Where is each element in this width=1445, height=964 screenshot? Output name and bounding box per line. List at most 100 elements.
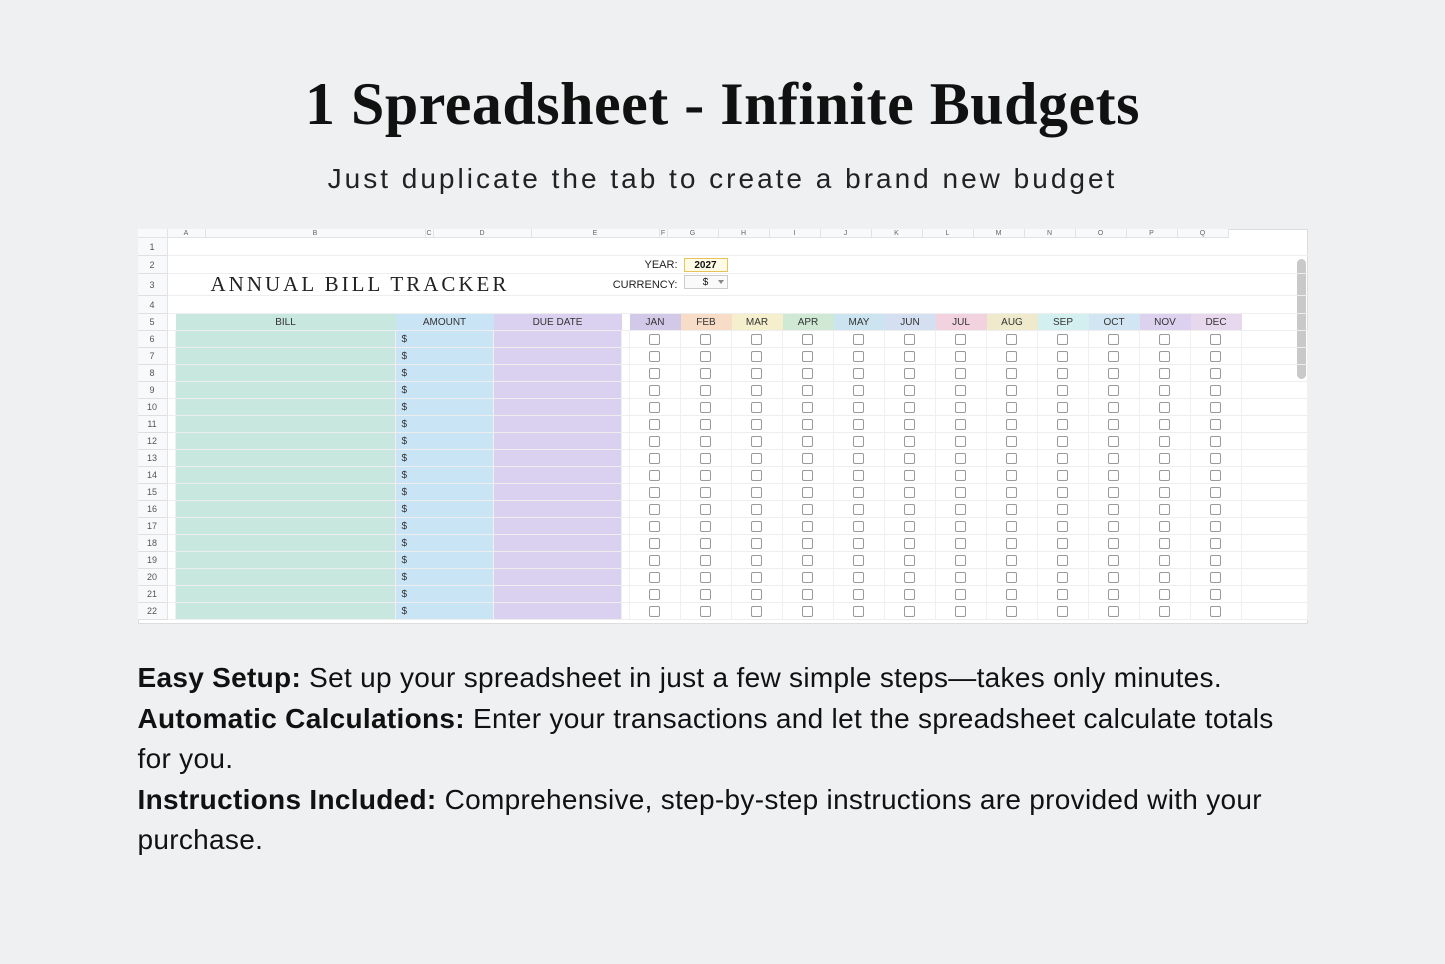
row-number[interactable]: 22 — [138, 603, 168, 620]
cell-amount[interactable]: $ — [396, 586, 494, 602]
cell-month[interactable] — [1038, 518, 1089, 534]
cell-month[interactable] — [681, 535, 732, 551]
checkbox[interactable] — [649, 453, 660, 464]
cell-month[interactable] — [987, 518, 1038, 534]
checkbox[interactable] — [751, 504, 762, 515]
checkbox[interactable] — [1108, 589, 1119, 600]
cell-month[interactable] — [732, 399, 783, 415]
cell-month[interactable] — [1089, 501, 1140, 517]
cell-month[interactable] — [630, 382, 681, 398]
year-input[interactable]: 2027 — [684, 258, 728, 272]
cell-month[interactable] — [936, 467, 987, 483]
cell-month[interactable] — [1089, 603, 1140, 619]
row-number[interactable]: 10 — [138, 399, 168, 416]
checkbox[interactable] — [1006, 453, 1017, 464]
cell-due[interactable] — [494, 467, 622, 483]
cell-month[interactable] — [885, 348, 936, 364]
row-number[interactable]: 13 — [138, 450, 168, 467]
cell-month[interactable] — [885, 552, 936, 568]
cell-month[interactable] — [1140, 382, 1191, 398]
cell-month[interactable] — [1191, 518, 1242, 534]
cell-month[interactable] — [732, 433, 783, 449]
checkbox[interactable] — [1057, 368, 1068, 379]
cell-month[interactable] — [1038, 348, 1089, 364]
checkbox[interactable] — [649, 504, 660, 515]
cell-amount[interactable]: $ — [396, 399, 494, 415]
cell-month[interactable] — [834, 365, 885, 381]
cell-month[interactable] — [936, 518, 987, 534]
cell-month[interactable] — [936, 603, 987, 619]
checkbox[interactable] — [1159, 555, 1170, 566]
cell-month[interactable] — [1191, 331, 1242, 347]
cell-month[interactable] — [1191, 382, 1242, 398]
checkbox[interactable] — [1210, 453, 1221, 464]
col-header[interactable]: A — [168, 229, 206, 238]
col-header[interactable]: M — [974, 229, 1025, 238]
checkbox[interactable] — [904, 487, 915, 498]
row-number[interactable]: 9 — [138, 382, 168, 399]
col-header[interactable]: O — [1076, 229, 1127, 238]
cell-bill[interactable] — [176, 365, 396, 381]
cell-month[interactable] — [681, 586, 732, 602]
checkbox[interactable] — [904, 334, 915, 345]
cell-month[interactable] — [1140, 603, 1191, 619]
cell-month[interactable] — [936, 433, 987, 449]
checkbox[interactable] — [649, 606, 660, 617]
row-number[interactable]: 7 — [138, 348, 168, 365]
cell-month[interactable] — [1089, 569, 1140, 585]
checkbox[interactable] — [853, 334, 864, 345]
cell-month[interactable] — [783, 365, 834, 381]
cell-month[interactable] — [885, 382, 936, 398]
cell-month[interactable] — [732, 586, 783, 602]
cell-month[interactable] — [1140, 552, 1191, 568]
cell-month[interactable] — [1191, 535, 1242, 551]
checkbox[interactable] — [853, 521, 864, 532]
cell-month[interactable] — [1140, 535, 1191, 551]
cell-month[interactable] — [681, 365, 732, 381]
checkbox[interactable] — [1108, 436, 1119, 447]
cell-month[interactable] — [936, 450, 987, 466]
cell-amount[interactable]: $ — [396, 484, 494, 500]
row-number[interactable]: 15 — [138, 484, 168, 501]
checkbox[interactable] — [700, 419, 711, 430]
cell-month[interactable] — [681, 603, 732, 619]
checkbox[interactable] — [1057, 521, 1068, 532]
cell-month[interactable] — [834, 535, 885, 551]
row-number[interactable]: 4 — [138, 296, 168, 314]
cell-month[interactable] — [834, 399, 885, 415]
cell-month[interactable] — [936, 535, 987, 551]
cell-month[interactable] — [681, 433, 732, 449]
cell-month[interactable] — [1089, 450, 1140, 466]
cell-month[interactable] — [1191, 586, 1242, 602]
cell-amount[interactable]: $ — [396, 603, 494, 619]
cell-month[interactable] — [1038, 382, 1089, 398]
row-number[interactable]: 3 — [138, 274, 168, 296]
checkbox[interactable] — [1057, 487, 1068, 498]
col-header[interactable] — [138, 229, 168, 238]
checkbox[interactable] — [802, 368, 813, 379]
checkbox[interactable] — [1108, 368, 1119, 379]
row-number[interactable]: 21 — [138, 586, 168, 603]
checkbox[interactable] — [853, 606, 864, 617]
checkbox[interactable] — [853, 351, 864, 362]
checkbox[interactable] — [649, 538, 660, 549]
cell-month[interactable] — [630, 450, 681, 466]
cell-month[interactable] — [987, 501, 1038, 517]
cell-month[interactable] — [1038, 365, 1089, 381]
checkbox[interactable] — [1057, 504, 1068, 515]
cell-month[interactable] — [885, 331, 936, 347]
cell-month[interactable] — [834, 467, 885, 483]
cell-month[interactable] — [936, 484, 987, 500]
checkbox[interactable] — [853, 402, 864, 413]
checkbox[interactable] — [904, 368, 915, 379]
checkbox[interactable] — [1108, 402, 1119, 413]
checkbox[interactable] — [1210, 538, 1221, 549]
checkbox[interactable] — [802, 334, 813, 345]
row-number[interactable]: 12 — [138, 433, 168, 450]
cell-month[interactable] — [885, 467, 936, 483]
checkbox[interactable] — [649, 487, 660, 498]
checkbox[interactable] — [802, 589, 813, 600]
checkbox[interactable] — [1210, 487, 1221, 498]
checkbox[interactable] — [649, 436, 660, 447]
checkbox[interactable] — [1108, 419, 1119, 430]
